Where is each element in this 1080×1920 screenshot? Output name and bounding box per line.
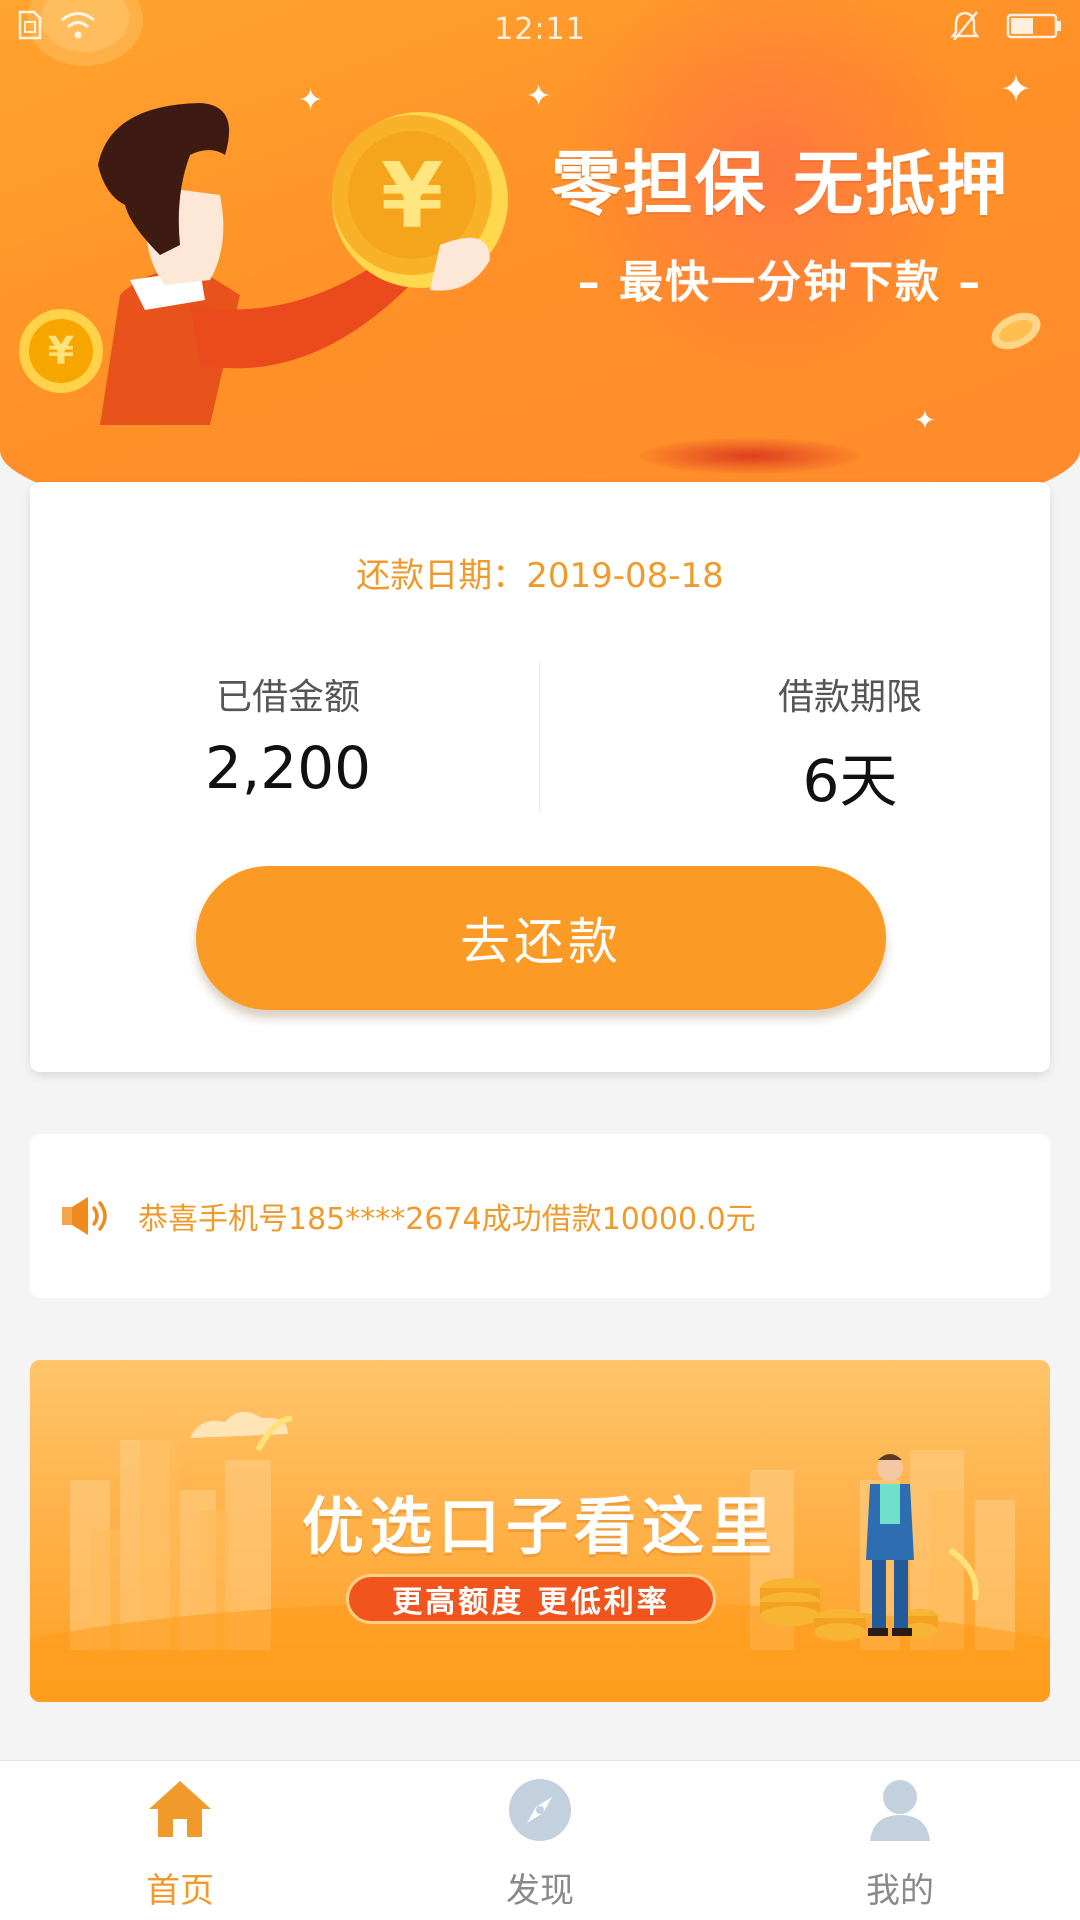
loan-term-value: 6天: [802, 747, 898, 815]
status-bar: 12:11: [0, 0, 1080, 56]
loan-term-label: 借款期限: [777, 677, 922, 718]
hero-subtitle: – 最快一分钟下款 –: [577, 257, 983, 308]
repay-button[interactable]: 去还款: [196, 866, 886, 1010]
home-icon: [149, 1781, 211, 1837]
hero-title: 零担保 无抵押: [550, 143, 1010, 225]
tab-home[interactable]: 首页: [80, 1775, 280, 1912]
tab-mine[interactable]: 我的: [800, 1775, 1000, 1912]
hero-shadow: [640, 438, 860, 474]
tab-discover-label: 发现: [506, 1871, 574, 1911]
due-date: 还款日期：2019-08-18: [356, 556, 724, 596]
borrowed-amount-label: 已借金额: [215, 677, 360, 718]
tab-home-label: 首页: [146, 1871, 214, 1911]
sparkle-icon: ✦: [914, 406, 936, 436]
person-holding-coin-illustration: ¥: [98, 103, 508, 425]
user-icon: [870, 1780, 930, 1841]
status-time: 12:11: [494, 12, 586, 47]
tab-mine-label: 我的: [866, 1871, 934, 1911]
sparkle-icon: ✦: [526, 79, 552, 114]
sparkle-icon: ✦: [298, 83, 324, 118]
borrowed-amount-value: 2,200: [204, 734, 372, 802]
repayment-card: 还款日期：2019-08-18 已借金额 2,200 借款期限 6天 去还款: [30, 482, 1050, 1072]
svg-text:¥: ¥: [48, 329, 74, 373]
battery-icon: [1006, 13, 1061, 39]
hero-banner: ¥ ¥ ✦ ✦ ✦ ✦ 零担保 无抵押 – 最快一分钟下款 –: [0, 0, 1080, 540]
svg-text:¥: ¥: [381, 144, 444, 249]
notice-text: 恭喜手机号185****2674成功借款10000.0元: [138, 1202, 756, 1237]
loan-term-stat: 借款期限 6天: [700, 668, 1000, 818]
borrowed-amount-stat: 已借金额 2,200: [138, 668, 438, 802]
sparkle-icon: ✦: [1000, 67, 1032, 111]
promo-tagline: 更高额度 更低利率: [346, 1574, 716, 1624]
promo-banner[interactable]: 优选口子看这里 更高额度 更低利率: [30, 1360, 1050, 1702]
promo-title: 优选口子看这里: [301, 1490, 778, 1563]
tab-discover[interactable]: 发现: [440, 1775, 640, 1912]
notice-bar: 恭喜手机号185****2674成功借款10000.0元: [30, 1134, 1050, 1298]
speaker-icon: [62, 1197, 107, 1235]
bell-muted-icon: [950, 11, 980, 41]
compass-icon: [509, 1779, 571, 1841]
coin-decoration-right-icon: [991, 312, 1041, 350]
bottom-tab-bar: 首页 发现 我的: [0, 1760, 1080, 1920]
stat-divider: [539, 662, 540, 812]
